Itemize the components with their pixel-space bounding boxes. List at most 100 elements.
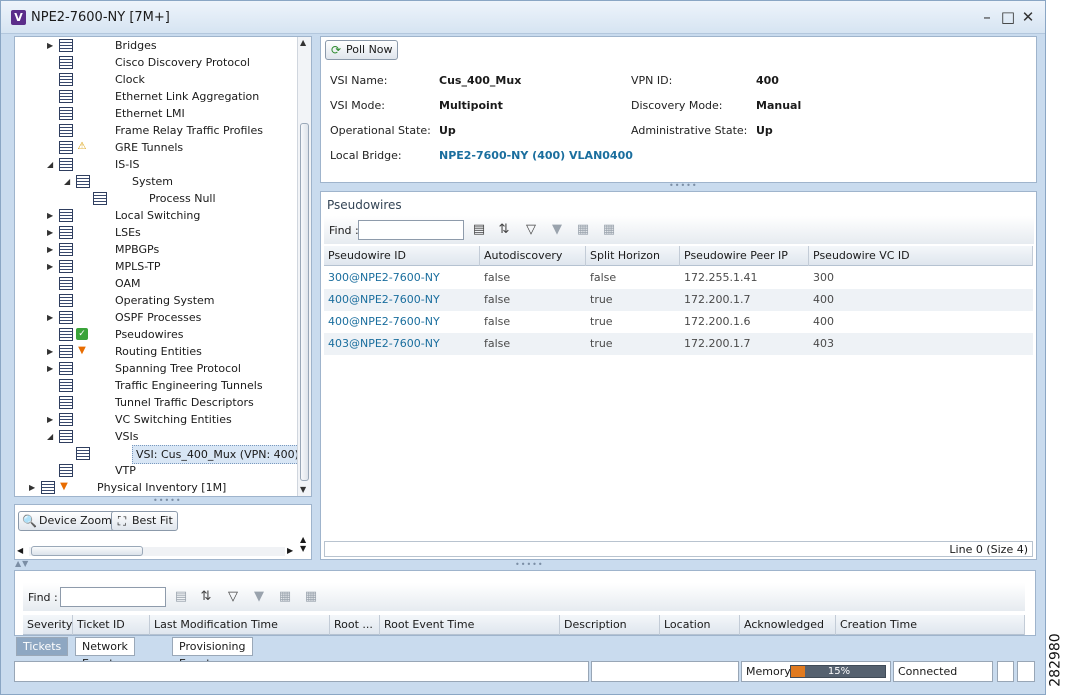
poll-now-button[interactable]: ⟳ Poll Now bbox=[325, 40, 398, 60]
column-header[interactable]: Severity bbox=[23, 615, 73, 635]
tree-item[interactable]: VTP bbox=[15, 462, 297, 479]
column-header[interactable]: Ticket ID bbox=[73, 615, 150, 635]
column-header[interactable]: Pseudowire ID bbox=[324, 246, 480, 266]
tree-item[interactable]: Cisco Discovery Protocol bbox=[15, 54, 297, 71]
tree-item[interactable]: Ethernet LMI bbox=[15, 105, 297, 122]
tree-item[interactable]: OAM bbox=[15, 275, 297, 292]
table-row[interactable]: 403@NPE2-7600-NY false true 172.200.1.7 403 bbox=[324, 333, 1033, 355]
close-button[interactable]: ✕ bbox=[1020, 8, 1036, 26]
collapsed-arrow-icon[interactable]: ▶ bbox=[47, 258, 55, 275]
tree-item[interactable]: Operating System bbox=[15, 292, 297, 309]
scroll-up-icon[interactable]: ▲ bbox=[300, 38, 306, 47]
table-row[interactable]: 300@NPE2-7600-NY false false 172.255.1.41 30… bbox=[324, 267, 1033, 289]
collapsed-arrow-icon[interactable]: ▶ bbox=[47, 343, 55, 360]
collapsed-arrow-icon[interactable]: ▶ bbox=[29, 479, 37, 496]
collapsed-arrow-icon[interactable]: ▶ bbox=[47, 207, 55, 224]
tree-item[interactable]: ▶ OSPF Processes bbox=[15, 309, 297, 326]
sort-az-icon[interactable]: ⇅ bbox=[198, 589, 214, 605]
filter-icon[interactable]: ▽ bbox=[225, 589, 241, 605]
export-filtered-icon[interactable]: ▦ bbox=[303, 589, 319, 605]
tree-item[interactable]: ◢ System bbox=[15, 173, 297, 190]
zoom-horizontal-scrollbar[interactable]: ◀ ▶ bbox=[17, 545, 297, 557]
maximize-button[interactable]: □ bbox=[1000, 8, 1016, 26]
best-fit-button[interactable]: ⛶ Best Fit bbox=[111, 511, 178, 531]
expanded-arrow-icon[interactable]: ◢ bbox=[47, 156, 55, 173]
tree-item[interactable]: ▶ Bridges bbox=[15, 37, 297, 54]
collapsed-arrow-icon[interactable]: ▶ bbox=[47, 411, 55, 428]
tree-item[interactable]: ✓ Pseudowires bbox=[15, 326, 297, 343]
pseudowire-id-link[interactable]: 403@NPE2-7600-NY bbox=[324, 333, 480, 355]
clear-filter-icon[interactable]: ▼ bbox=[549, 222, 565, 238]
main-splitter[interactable]: ••••• bbox=[515, 560, 544, 569]
export-icon[interactable]: ▦ bbox=[277, 589, 293, 605]
tree-item[interactable]: Tunnel Traffic Descriptors bbox=[15, 394, 297, 411]
vpn-id-label: VPN ID: bbox=[631, 74, 673, 87]
table-row[interactable]: 400@NPE2-7600-NY false true 172.200.1.7 400 bbox=[324, 289, 1033, 311]
column-header[interactable]: Last Modification Time bbox=[150, 615, 330, 635]
tree-item[interactable]: ▶ LSEs bbox=[15, 224, 297, 241]
collapsed-arrow-icon[interactable]: ▶ bbox=[47, 309, 55, 326]
inventory-tree[interactable]: ▶ Bridges Cisco Discovery Protocol Clock Eth… bbox=[14, 36, 312, 497]
collapsed-arrow-icon[interactable]: ▶ bbox=[47, 224, 55, 241]
local-bridge-link[interactable]: NPE2-7600-NY (400) VLAN0400 bbox=[439, 149, 633, 162]
tab-provisioning-events[interactable]: Provisioning Events bbox=[172, 637, 253, 670]
scroll-left-icon[interactable]: ◀ bbox=[17, 546, 23, 555]
filter-icon[interactable]: ▽ bbox=[523, 222, 539, 238]
scroll-down-icon[interactable]: ▼ bbox=[300, 485, 306, 494]
tree-item[interactable]: Traffic Engineering Tunnels bbox=[15, 377, 297, 394]
column-header[interactable]: Pseudowire VC ID bbox=[809, 246, 1033, 266]
tree-item[interactable]: ▶ Local Switching bbox=[15, 207, 297, 224]
collapsed-arrow-icon[interactable]: ▶ bbox=[47, 360, 55, 377]
tree-item[interactable]: ⚠ GRE Tunnels bbox=[15, 139, 297, 156]
sort-az-icon[interactable]: ⇅ bbox=[496, 222, 512, 238]
column-header[interactable]: Location bbox=[660, 615, 740, 635]
tree-item[interactable]: ▶ ▼ Routing Entities bbox=[15, 343, 297, 360]
pseudowire-id-link[interactable]: 400@NPE2-7600-NY bbox=[324, 289, 480, 311]
tree-item[interactable]: Clock bbox=[15, 71, 297, 88]
column-header[interactable]: Split Horizon bbox=[586, 246, 680, 266]
scrollbar-thumb[interactable] bbox=[300, 123, 309, 481]
tree-item[interactable]: ▶ Spanning Tree Protocol bbox=[15, 360, 297, 377]
tree-vertical-scrollbar[interactable]: ▲ ▼ bbox=[297, 37, 311, 496]
tree-item[interactable]: ▶ MPBGPs bbox=[15, 241, 297, 258]
table-row[interactable]: 400@NPE2-7600-NY false true 172.200.1.6 400 bbox=[324, 311, 1033, 333]
pseudowire-id-link[interactable]: 400@NPE2-7600-NY bbox=[324, 311, 480, 333]
pseudowires-find-input[interactable] bbox=[358, 220, 464, 240]
tree-item[interactable]: VSI: Cus_400_Mux (VPN: 400) bbox=[15, 445, 303, 464]
splitter-arrows-icon[interactable]: ▲▼ bbox=[15, 559, 29, 568]
expanded-arrow-icon[interactable]: ◢ bbox=[64, 173, 72, 190]
detail-splitter[interactable]: ••••• bbox=[669, 181, 698, 190]
save-icon[interactable]: ▤ bbox=[173, 589, 189, 605]
column-header[interactable]: Autodiscovery bbox=[480, 246, 586, 266]
device-zoom-button[interactable]: 🔍 Device Zoom bbox=[18, 511, 117, 531]
tree-item[interactable]: Process Null bbox=[15, 190, 297, 207]
tickets-find-input[interactable] bbox=[60, 587, 166, 607]
column-header[interactable]: Pseudowire Peer IP bbox=[680, 246, 809, 266]
clear-filter-icon[interactable]: ▼ bbox=[251, 589, 267, 605]
scroll-right-icon[interactable]: ▶ bbox=[287, 546, 293, 555]
tab-tickets[interactable]: Tickets bbox=[16, 637, 69, 656]
tree-item[interactable]: ◢ VSIs bbox=[15, 428, 297, 445]
tab-network-events[interactable]: Network Events bbox=[75, 637, 135, 670]
export-filtered-icon[interactable]: ▦ bbox=[601, 222, 617, 238]
tree-item[interactable]: ▶ MPLS-TP bbox=[15, 258, 297, 275]
pseudowire-id-link[interactable]: 300@NPE2-7600-NY bbox=[324, 267, 480, 289]
collapsed-arrow-icon[interactable]: ▶ bbox=[47, 37, 55, 54]
scrollbar-thumb[interactable] bbox=[31, 546, 143, 556]
column-header[interactable]: Description bbox=[560, 615, 660, 635]
column-header[interactable]: Root ... bbox=[330, 615, 380, 635]
tree-item[interactable]: ▶ VC Switching Entities bbox=[15, 411, 297, 428]
tree-item[interactable]: Ethernet Link Aggregation bbox=[15, 88, 297, 105]
tree-item[interactable]: ▶ ▼ Physical Inventory [1M] bbox=[15, 479, 297, 496]
tree-item[interactable]: ◢ IS-IS bbox=[15, 156, 297, 173]
column-header[interactable]: Acknowledged bbox=[740, 615, 836, 635]
collapsed-arrow-icon[interactable]: ▶ bbox=[47, 241, 55, 258]
column-header[interactable]: Root Event Time bbox=[380, 615, 560, 635]
expanded-arrow-icon[interactable]: ◢ bbox=[47, 428, 55, 445]
vertical-arrows-icon[interactable]: ▲ ▼ bbox=[300, 535, 306, 553]
minimize-button[interactable]: – bbox=[979, 8, 995, 26]
column-header[interactable]: Creation Time bbox=[836, 615, 1025, 635]
tree-item[interactable]: Frame Relay Traffic Profiles bbox=[15, 122, 297, 139]
save-icon[interactable]: ▤ bbox=[471, 222, 487, 238]
export-icon[interactable]: ▦ bbox=[575, 222, 591, 238]
